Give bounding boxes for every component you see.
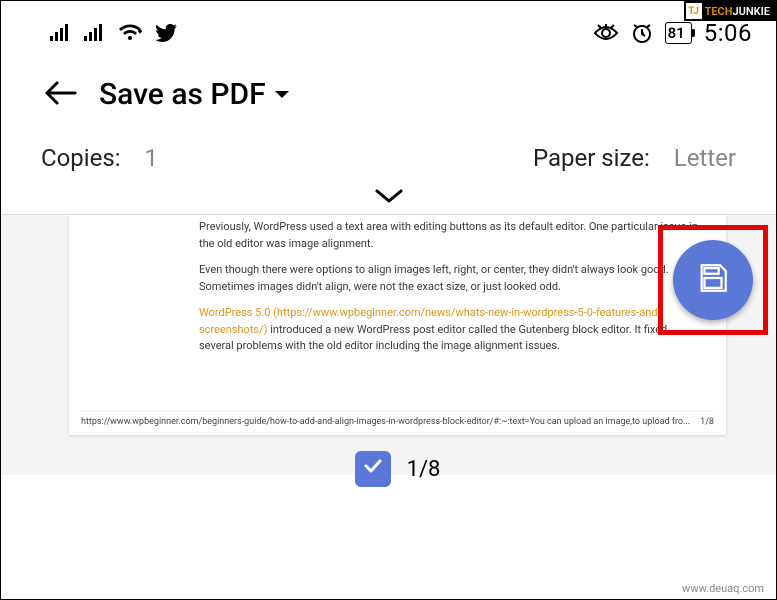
save-pdf-fab[interactable]: [673, 240, 753, 320]
printer-dropdown[interactable]: Save as PDF: [99, 77, 290, 112]
bottom-watermark: www.deuaq.com: [682, 582, 764, 595]
page-selected-checkbox[interactable]: [355, 451, 391, 487]
alarm-icon: [631, 22, 653, 44]
twitter-icon: [155, 24, 177, 42]
back-icon[interactable]: [43, 79, 77, 111]
check-icon: [362, 455, 384, 483]
fab-highlight-box: [658, 225, 768, 335]
page-indicator: 1/8: [69, 435, 726, 503]
preview-text: Even though there were options to align …: [199, 262, 704, 295]
page-counter: 1/8: [407, 457, 441, 482]
preview-text: WordPress 5.0 (https://www.wpbeginner.co…: [199, 305, 704, 355]
preview-text: Previously, WordPress used a text area w…: [199, 219, 704, 252]
status-right: 81 5:06: [593, 19, 752, 47]
print-settings-row: Copies: 1 Paper size: Letter: [1, 130, 776, 184]
chevron-down-icon: [274, 84, 290, 105]
eye-icon: [593, 24, 619, 42]
save-icon: [696, 261, 730, 299]
signal-icon-1: [49, 24, 71, 42]
battery-indicator: 81: [665, 22, 692, 44]
preview-footer: https://www.wpbeginner.com/beginners-gui…: [81, 411, 714, 430]
watermark-tech: TECH: [705, 5, 733, 18]
expand-settings-toggle[interactable]: [1, 184, 776, 214]
preview-footer-page: 1/8: [692, 416, 714, 430]
status-bar: 81 5:06: [1, 1, 776, 53]
app-bar: Save as PDF: [1, 53, 776, 130]
page-preview[interactable]: Previously, WordPress used a text area w…: [69, 215, 726, 435]
tj-logo-icon: TJ: [686, 3, 702, 19]
techjunkie-badge: TJ TECHJUNKIE: [684, 1, 776, 21]
watermark-junkie: JUNKIE: [733, 5, 770, 18]
copies-label: Copies:: [41, 144, 121, 172]
paper-size-value[interactable]: Letter: [674, 144, 736, 172]
signal-icon-2: [83, 24, 105, 42]
paper-size-label: Paper size:: [533, 144, 650, 172]
wifi-icon: [117, 23, 143, 43]
preview-text: introduced a new WordPress post editor c…: [199, 323, 667, 353]
status-left: [49, 23, 177, 43]
printer-title: Save as PDF: [99, 77, 266, 112]
clock-time: 5:06: [704, 19, 752, 47]
copies-value[interactable]: 1: [145, 144, 159, 172]
preview-footer-url: https://www.wpbeginner.com/beginners-gui…: [81, 416, 690, 430]
